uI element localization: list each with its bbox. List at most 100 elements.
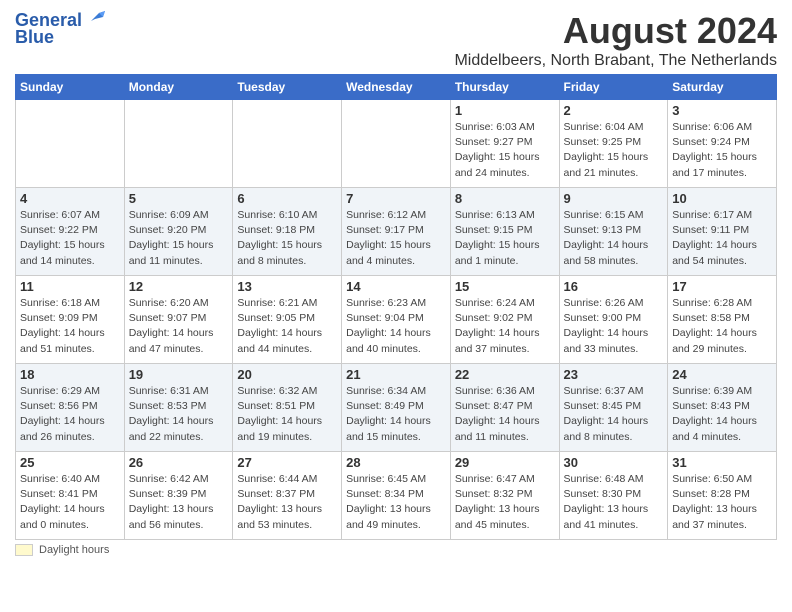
table-row: 4Sunrise: 6:07 AM Sunset: 9:22 PM Daylig… [16, 188, 125, 276]
day-number: 21 [346, 367, 446, 382]
day-number: 3 [672, 103, 772, 118]
day-info: Sunrise: 6:39 AM Sunset: 8:43 PM Dayligh… [672, 384, 772, 445]
day-number: 12 [129, 279, 229, 294]
table-row: 8Sunrise: 6:13 AM Sunset: 9:15 PM Daylig… [450, 188, 559, 276]
day-number: 2 [564, 103, 664, 118]
table-row: 17Sunrise: 6:28 AM Sunset: 8:58 PM Dayli… [668, 276, 777, 364]
day-info: Sunrise: 6:24 AM Sunset: 9:02 PM Dayligh… [455, 296, 555, 357]
day-number: 14 [346, 279, 446, 294]
day-number: 22 [455, 367, 555, 382]
day-number: 23 [564, 367, 664, 382]
day-number: 6 [237, 191, 337, 206]
day-info: Sunrise: 6:31 AM Sunset: 8:53 PM Dayligh… [129, 384, 229, 445]
day-info: Sunrise: 6:48 AM Sunset: 8:30 PM Dayligh… [564, 472, 664, 533]
day-info: Sunrise: 6:36 AM Sunset: 8:47 PM Dayligh… [455, 384, 555, 445]
day-info: Sunrise: 6:34 AM Sunset: 8:49 PM Dayligh… [346, 384, 446, 445]
page: General Blue August 2024 Middelbeers, No… [0, 0, 792, 566]
day-number: 7 [346, 191, 446, 206]
day-number: 25 [20, 455, 120, 470]
calendar-week-4: 18 Sunrise: 6:29 AM Sunset: 8:56 PM Dayli… [16, 364, 777, 452]
day-number: 15 [455, 279, 555, 294]
calendar-week-1: 1Sunrise: 6:03 AM Sunset: 9:27 PM Daylig… [16, 100, 777, 188]
day-info: Sunrise: 6:18 AM Sunset: 9:09 PM Dayligh… [20, 296, 120, 357]
main-title: August 2024 [454, 10, 777, 52]
header-row: Sunday Monday Tuesday Wednesday Thursday… [16, 75, 777, 100]
table-row: 9Sunrise: 6:15 AM Sunset: 9:13 PM Daylig… [559, 188, 668, 276]
day-info: Sunrise: 6:20 AM Sunset: 9:07 PM Dayligh… [129, 296, 229, 357]
table-row: 19 Sunrise: 6:31 AM Sunset: 8:53 PM Dayli… [124, 364, 233, 452]
day-info: Sunrise: 6:07 AM Sunset: 9:22 PM Dayligh… [20, 208, 120, 269]
table-row [16, 100, 125, 188]
day-number: 29 [455, 455, 555, 470]
calendar-week-2: 4Sunrise: 6:07 AM Sunset: 9:22 PM Daylig… [16, 188, 777, 276]
col-friday: Friday [559, 75, 668, 100]
day-number: 1 [455, 103, 555, 118]
day-info: Sunrise: 6:04 AM Sunset: 9:25 PM Dayligh… [564, 120, 664, 181]
day-number: 13 [237, 279, 337, 294]
day-number: 30 [564, 455, 664, 470]
day-info: Sunrise: 6:47 AM Sunset: 8:32 PM Dayligh… [455, 472, 555, 533]
day-number: 26 [129, 455, 229, 470]
daylight-swatch [15, 544, 33, 556]
day-info: Sunrise: 6:40 AM Sunset: 8:41 PM Dayligh… [20, 472, 120, 533]
logo: General Blue [15, 10, 107, 48]
day-info: Sunrise: 6:37 AM Sunset: 8:45 PM Dayligh… [564, 384, 664, 445]
table-row: 21 Sunrise: 6:34 AM Sunset: 8:49 PM Dayli… [342, 364, 451, 452]
day-info: Sunrise: 6:42 AM Sunset: 8:39 PM Dayligh… [129, 472, 229, 533]
table-row: 7 Sunrise: 6:12 AM Sunset: 9:17 PM Daylig… [342, 188, 451, 276]
day-info: Sunrise: 6:29 AM Sunset: 8:56 PM Dayligh… [20, 384, 120, 445]
table-row: 3 Sunrise: 6:06 AM Sunset: 9:24 PM Daylig… [668, 100, 777, 188]
day-number: 5 [129, 191, 229, 206]
day-info: Sunrise: 6:44 AM Sunset: 8:37 PM Dayligh… [237, 472, 337, 533]
table-row: 11Sunrise: 6:18 AM Sunset: 9:09 PM Dayli… [16, 276, 125, 364]
table-row [124, 100, 233, 188]
table-row: 30 Sunrise: 6:48 AM Sunset: 8:30 PM Dayli… [559, 452, 668, 540]
table-row: 25 Sunrise: 6:40 AM Sunset: 8:41 PM Dayli… [16, 452, 125, 540]
table-row: 22 Sunrise: 6:36 AM Sunset: 8:47 PM Dayli… [450, 364, 559, 452]
table-row: 14Sunrise: 6:23 AM Sunset: 9:04 PM Dayli… [342, 276, 451, 364]
title-block: August 2024 Middelbeers, North Brabant, … [454, 10, 777, 70]
day-info: Sunrise: 6:32 AM Sunset: 8:51 PM Dayligh… [237, 384, 337, 445]
col-thursday: Thursday [450, 75, 559, 100]
day-info: Sunrise: 6:21 AM Sunset: 9:05 PM Dayligh… [237, 296, 337, 357]
day-number: 20 [237, 367, 337, 382]
day-number: 19 [129, 367, 229, 382]
table-row [342, 100, 451, 188]
table-row: 13 Sunrise: 6:21 AM Sunset: 9:05 PM Dayli… [233, 276, 342, 364]
day-info: Sunrise: 6:45 AM Sunset: 8:34 PM Dayligh… [346, 472, 446, 533]
table-row: 5Sunrise: 6:09 AM Sunset: 9:20 PM Daylig… [124, 188, 233, 276]
table-row: 28 Sunrise: 6:45 AM Sunset: 8:34 PM Dayli… [342, 452, 451, 540]
day-info: Sunrise: 6:28 AM Sunset: 8:58 PM Dayligh… [672, 296, 772, 357]
day-number: 8 [455, 191, 555, 206]
day-info: Sunrise: 6:12 AM Sunset: 9:17 PM Dayligh… [346, 208, 446, 269]
day-info: Sunrise: 6:10 AM Sunset: 9:18 PM Dayligh… [237, 208, 337, 269]
day-info: Sunrise: 6:06 AM Sunset: 9:24 PM Dayligh… [672, 120, 772, 181]
logo-bird-icon [85, 7, 107, 29]
day-info: Sunrise: 6:50 AM Sunset: 8:28 PM Dayligh… [672, 472, 772, 533]
day-number: 16 [564, 279, 664, 294]
day-number: 24 [672, 367, 772, 382]
table-row [233, 100, 342, 188]
footer: Daylight hours [15, 544, 777, 556]
table-row: 16Sunrise: 6:26 AM Sunset: 9:00 PM Dayli… [559, 276, 668, 364]
day-number: 18 [20, 367, 120, 382]
table-row: 10Sunrise: 6:17 AM Sunset: 9:11 PM Dayli… [668, 188, 777, 276]
day-number: 28 [346, 455, 446, 470]
table-row: 27Sunrise: 6:44 AM Sunset: 8:37 PM Dayli… [233, 452, 342, 540]
col-saturday: Saturday [668, 75, 777, 100]
col-sunday: Sunday [16, 75, 125, 100]
day-info: Sunrise: 6:17 AM Sunset: 9:11 PM Dayligh… [672, 208, 772, 269]
col-tuesday: Tuesday [233, 75, 342, 100]
col-monday: Monday [124, 75, 233, 100]
table-row: 20 Sunrise: 6:32 AM Sunset: 8:51 PM Dayli… [233, 364, 342, 452]
table-row: 15 Sunrise: 6:24 AM Sunset: 9:02 PM Dayli… [450, 276, 559, 364]
logo-text: General Blue [15, 10, 107, 48]
subtitle: Middelbeers, North Brabant, The Netherla… [454, 52, 777, 70]
table-row: 26 Sunrise: 6:42 AM Sunset: 8:39 PM Dayli… [124, 452, 233, 540]
table-row: 12 Sunrise: 6:20 AM Sunset: 9:07 PM Dayli… [124, 276, 233, 364]
table-row: 29 Sunrise: 6:47 AM Sunset: 8:32 PM Dayli… [450, 452, 559, 540]
table-row: 18 Sunrise: 6:29 AM Sunset: 8:56 PM Dayli… [16, 364, 125, 452]
calendar-table: Sunday Monday Tuesday Wednesday Thursday… [15, 74, 777, 540]
table-row: 2 Sunrise: 6:04 AM Sunset: 9:25 PM Daylig… [559, 100, 668, 188]
col-wednesday: Wednesday [342, 75, 451, 100]
